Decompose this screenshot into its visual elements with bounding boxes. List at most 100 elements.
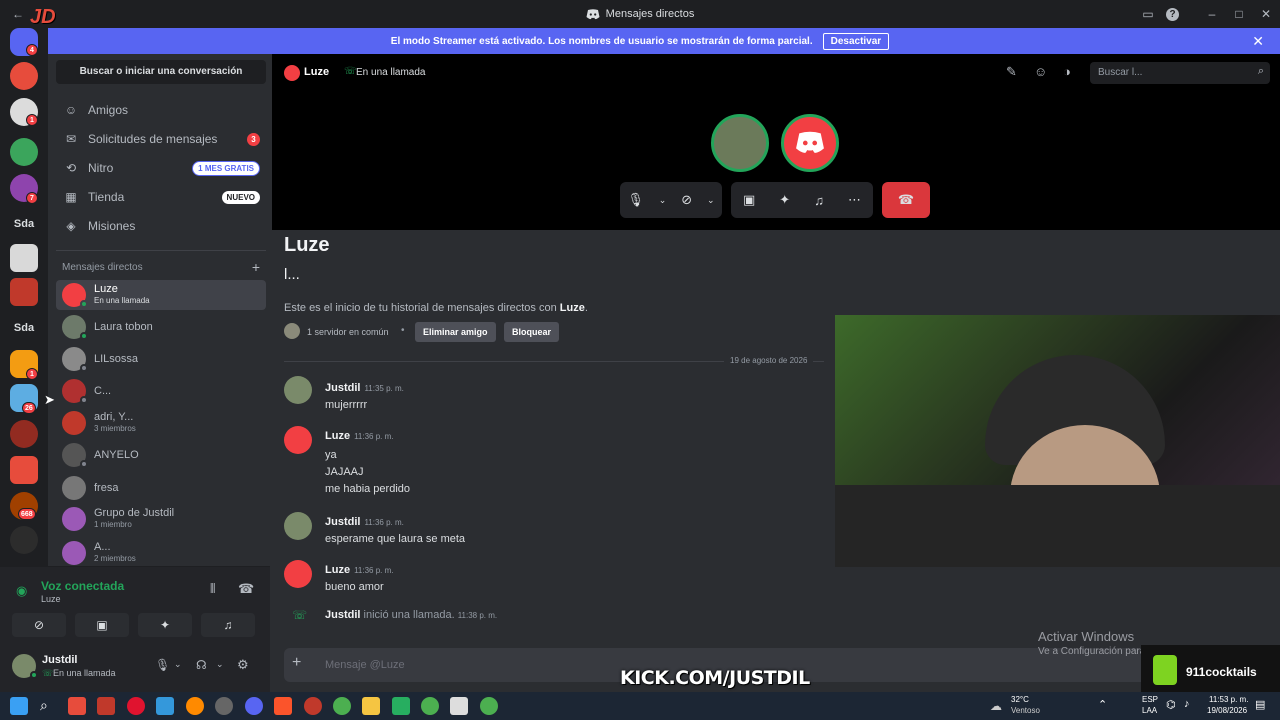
maximize-icon[interactable]: □ — [1231, 6, 1247, 22]
store-icon[interactable] — [156, 697, 174, 715]
discord-taskbar-icon[interactable] — [245, 697, 263, 715]
new-dm-plus-icon[interactable]: + — [252, 259, 260, 275]
dm-item[interactable]: ANYELO — [56, 440, 266, 470]
add-friend-icon[interactable]: ☺ — [1034, 64, 1047, 79]
close-banner-icon[interactable]: ✕ — [1252, 33, 1264, 50]
dm-item[interactable]: C... — [56, 376, 266, 406]
soundboard-button[interactable]: ♫ — [201, 613, 255, 637]
headphones-icon[interactable]: ☊ — [196, 658, 207, 672]
dm-item[interactable]: Grupo de Justdil 1 miembro — [56, 504, 266, 534]
server-text-icon[interactable]: Sda — [10, 210, 38, 238]
folder-icon[interactable] — [362, 697, 380, 715]
nav-shop[interactable]: ▦ Tienda NUEVO — [56, 184, 266, 210]
message-avatar[interactable] — [284, 512, 312, 540]
conversation-search[interactable]: Buscar o iniciar una conversación — [56, 60, 266, 84]
message-avatar[interactable] — [284, 376, 312, 404]
microphone-icon[interactable]: 🎙︎ — [155, 658, 170, 672]
notifications-icon[interactable]: ▤ — [1255, 698, 1265, 711]
language-code[interactable]: ESP — [1142, 695, 1158, 704]
noise-suppression-icon[interactable]: ⫴ — [210, 581, 215, 597]
message-avatar[interactable] — [284, 560, 312, 588]
server-icon[interactable] — [10, 138, 38, 166]
soundboard-icon[interactable]: ♫ — [814, 193, 824, 208]
chrome-icon[interactable] — [480, 697, 498, 715]
help-icon[interactable]: ? — [1166, 8, 1179, 21]
disconnect-icon[interactable]: ☎ — [238, 581, 254, 597]
app-icon[interactable] — [392, 697, 410, 715]
minimize-icon[interactable]: – — [1204, 6, 1220, 22]
inbox-icon[interactable]: ▭ — [1140, 6, 1156, 22]
server-icon[interactable] — [10, 456, 38, 484]
caller-avatar[interactable] — [711, 114, 769, 172]
deactivate-button[interactable]: Desactivar — [822, 32, 890, 50]
screenshare-icon[interactable]: ▣ — [743, 192, 755, 208]
opera-icon[interactable] — [127, 697, 145, 715]
close-window-icon[interactable]: ✕ — [1258, 6, 1274, 22]
firefox-icon[interactable] — [186, 697, 204, 715]
app-icon[interactable] — [68, 697, 86, 715]
capcut-icon[interactable] — [450, 697, 468, 715]
server-text-icon[interactable]: Sda — [10, 314, 38, 342]
dm-item-luze[interactable]: Luze En una llamada — [56, 280, 266, 310]
screenshare-button[interactable]: ▣ — [75, 613, 129, 637]
activities-icon[interactable]: ✦ — [779, 192, 790, 208]
server-icon[interactable] — [10, 278, 38, 306]
message-author[interactable]: Justdil — [325, 382, 360, 394]
app-icon[interactable] — [215, 697, 233, 715]
app-icon[interactable] — [97, 697, 115, 715]
nav-friends[interactable]: ☺ Amigos — [56, 97, 266, 123]
chevron-down-icon[interactable]: ⌄ — [216, 659, 224, 670]
weather-icon[interactable]: ☁ — [990, 699, 1002, 713]
dm-item[interactable]: fresa — [56, 473, 266, 503]
clock-date[interactable]: 19/08/2026 — [1207, 706, 1247, 715]
server-icon[interactable] — [10, 244, 38, 272]
nav-nitro[interactable]: ⟲ Nitro 1 MES GRATIS — [56, 155, 266, 181]
camera-off-button[interactable]: ⊘ — [12, 613, 66, 637]
message-author[interactable]: Justdil — [325, 516, 360, 528]
server-icon[interactable] — [10, 420, 38, 448]
message-author[interactable]: Luze — [325, 430, 350, 442]
settings-gear-icon[interactable]: ⚙ — [237, 657, 249, 673]
dm-item[interactable]: A... 2 miembros — [56, 538, 266, 568]
call-event-author[interactable]: Justdil — [325, 609, 360, 621]
chevron-down-icon[interactable]: ⌄ — [707, 195, 715, 206]
server-icon[interactable] — [10, 526, 38, 554]
volume-icon[interactable]: ♪ — [1184, 698, 1190, 710]
header-name[interactable]: Luze — [304, 66, 329, 78]
back-arrow-icon[interactable]: ← — [10, 6, 26, 22]
search-input[interactable]: Buscar l... ⌕ — [1090, 62, 1270, 84]
server-icon[interactable] — [10, 62, 38, 90]
chevron-down-icon[interactable]: ⌄ — [174, 659, 182, 670]
more-icon[interactable]: ⋯ — [848, 192, 861, 208]
message-avatar[interactable] — [284, 426, 312, 454]
add-attachment-icon[interactable]: + — [292, 654, 301, 672]
mutual-servers[interactable]: 1 servidor en común — [307, 327, 389, 337]
windows-start-icon[interactable] — [10, 697, 28, 715]
chevron-down-icon[interactable]: ⌄ — [659, 195, 667, 206]
nav-quests[interactable]: ◈ Misiones — [56, 213, 266, 239]
remove-friend-button[interactable]: Eliminar amigo — [415, 322, 496, 342]
voice-channel[interactable]: Luze — [41, 594, 61, 604]
message-author[interactable]: Luze — [325, 564, 350, 576]
dm-item[interactable]: Laura tobon — [56, 312, 266, 342]
profile-icon[interactable]: ◑ — [1063, 64, 1071, 79]
pin-icon[interactable]: ✎ — [1006, 64, 1017, 80]
network-icon[interactable]: ⌬ — [1166, 698, 1176, 711]
activities-button[interactable]: ✦ — [138, 613, 192, 637]
app-icon[interactable] — [304, 697, 322, 715]
dm-item[interactable]: adri, Y... 3 miembros — [56, 408, 266, 438]
nav-message-requests[interactable]: ✉ Solicitudes de mensajes 3 — [56, 126, 266, 152]
search-icon[interactable]: ⌕ — [40, 697, 48, 714]
keyboard-layout[interactable]: LAA — [1142, 706, 1157, 715]
chevron-up-icon[interactable]: ⌃ — [1098, 698, 1107, 711]
dm-item[interactable]: LILsossa — [56, 344, 266, 374]
clock-time[interactable]: 11:53 p. m. — [1209, 695, 1248, 704]
block-button[interactable]: Bloquear — [504, 322, 560, 342]
chrome-icon[interactable] — [333, 697, 351, 715]
hang-up-button[interactable]: ☎ — [882, 182, 930, 218]
chrome-icon[interactable] — [421, 697, 439, 715]
brave-icon[interactable] — [274, 697, 292, 715]
callee-avatar[interactable] — [781, 114, 839, 172]
camera-off-icon[interactable]: ⊘ — [681, 192, 692, 208]
microphone-icon[interactable]: 🎙︎ — [627, 192, 644, 208]
